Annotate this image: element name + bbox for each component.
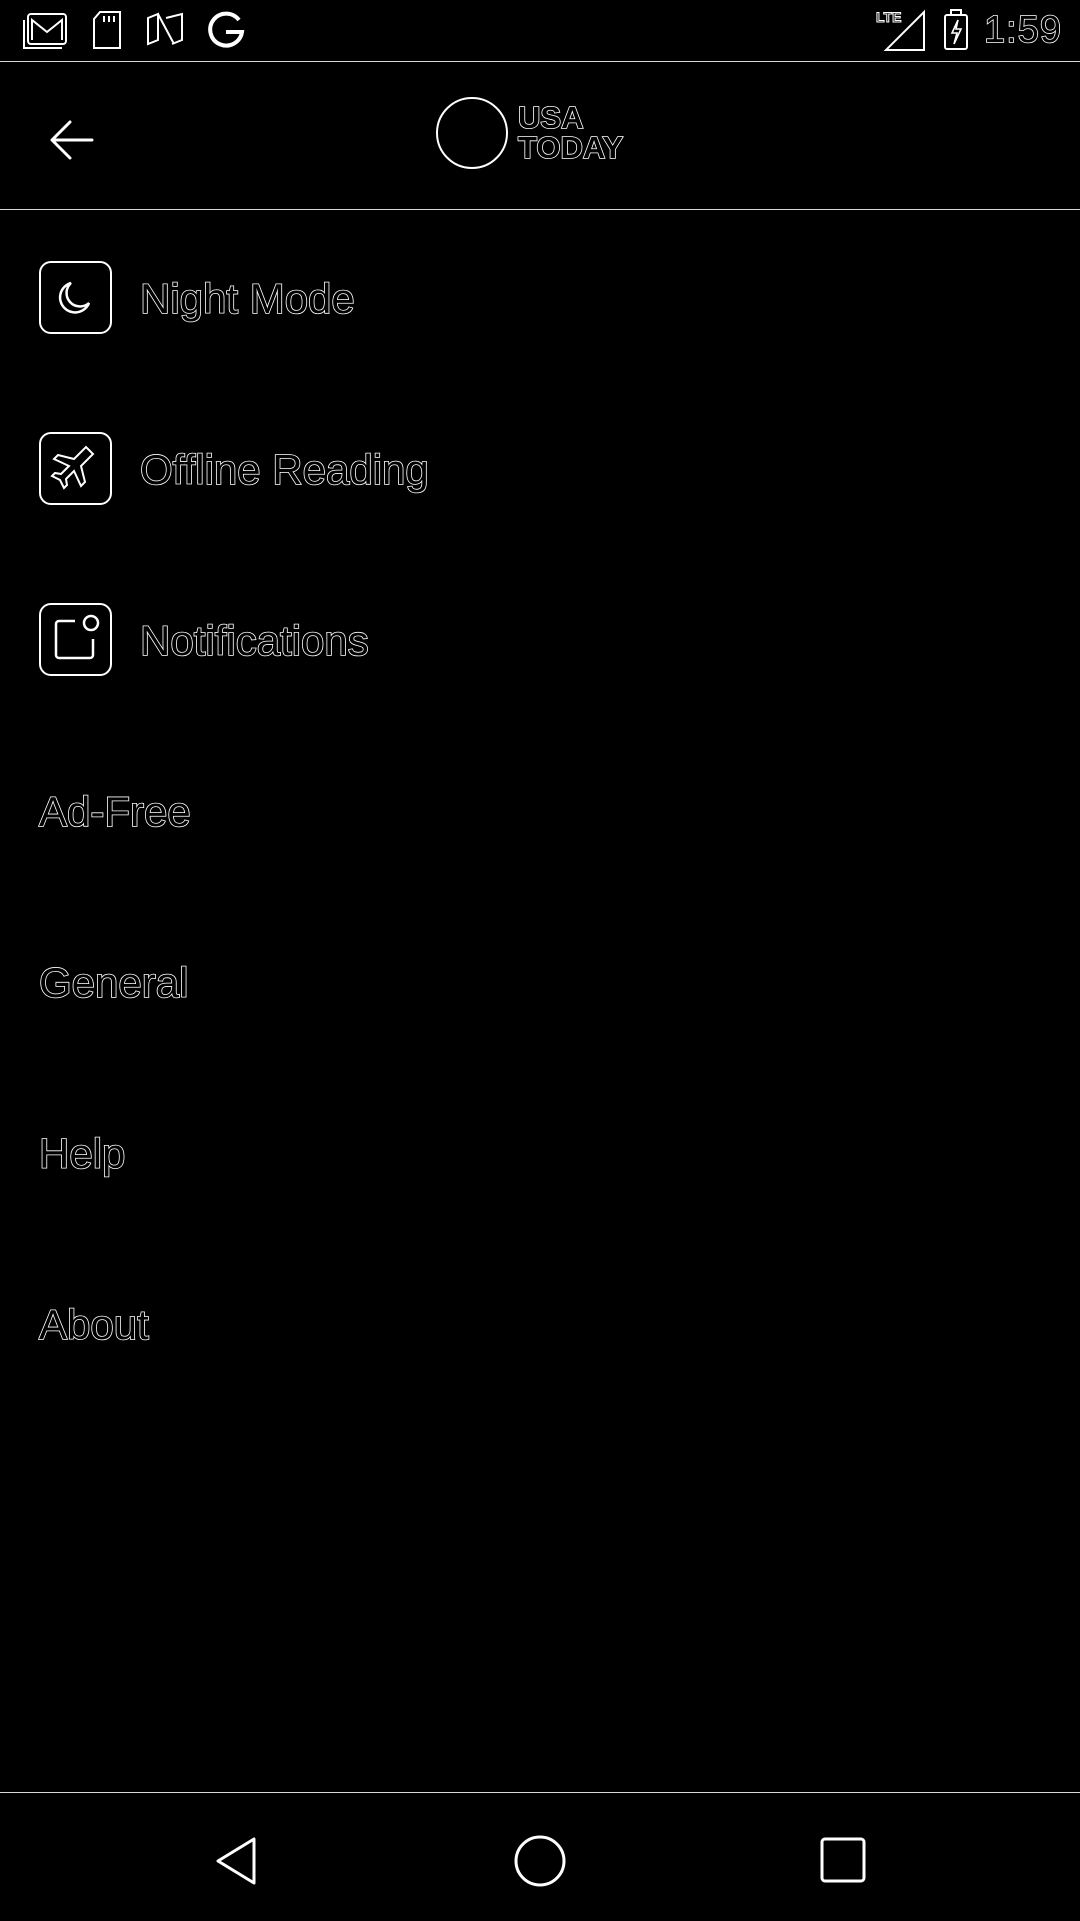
status-bar: LTE 1:59 bbox=[0, 0, 1080, 62]
menu-item-label: Notifications bbox=[139, 616, 369, 665]
moon-icon bbox=[39, 261, 112, 334]
nav-back-button[interactable] bbox=[210, 1833, 266, 1889]
news-icon bbox=[144, 10, 186, 50]
notification-icon bbox=[39, 603, 112, 676]
menu-item-general[interactable]: General bbox=[0, 897, 1080, 1068]
home-circle-icon bbox=[514, 1835, 566, 1887]
google-icon bbox=[206, 10, 246, 50]
menu-item-label: About bbox=[38, 1300, 149, 1349]
logo-line1: USA bbox=[517, 100, 584, 135]
menu-item-offline-reading[interactable]: Offline Reading bbox=[0, 384, 1080, 555]
menu-item-about[interactable]: About bbox=[0, 1239, 1080, 1410]
menu-item-label: General bbox=[38, 958, 189, 1007]
back-button[interactable] bbox=[42, 110, 102, 170]
gmail-icon bbox=[22, 10, 70, 50]
nav-recents-button[interactable] bbox=[816, 1833, 872, 1889]
status-right-icons: LTE 1:59 bbox=[876, 8, 1062, 52]
menu-item-night-mode[interactable]: Night Mode bbox=[0, 213, 1080, 384]
recents-square-icon bbox=[820, 1837, 866, 1883]
battery-charging-icon bbox=[942, 8, 970, 52]
lte-signal-icon: LTE bbox=[876, 8, 928, 52]
sd-card-icon bbox=[90, 10, 124, 50]
menu-item-label: Offline Reading bbox=[139, 445, 429, 494]
status-left-icons bbox=[22, 10, 246, 50]
logo-text: USA TODAY bbox=[517, 100, 624, 165]
back-triangle-icon bbox=[216, 1837, 256, 1885]
menu-item-help[interactable]: Help bbox=[0, 1068, 1080, 1239]
system-nav-bar bbox=[0, 1792, 1080, 1921]
menu-item-label: Night Mode bbox=[139, 274, 355, 323]
status-time: 1:59 bbox=[983, 8, 1062, 52]
app-bar: USA TODAY bbox=[0, 63, 1080, 210]
logo-line2: TODAY bbox=[517, 130, 624, 165]
logo-circle-icon bbox=[436, 97, 508, 169]
arrow-left-icon bbox=[50, 120, 94, 160]
usa-today-logo: USA TODAY bbox=[436, 97, 624, 169]
menu-item-label: Ad-Free bbox=[38, 787, 191, 836]
menu-item-label: Help bbox=[38, 1129, 126, 1178]
menu-item-notifications[interactable]: Notifications bbox=[0, 555, 1080, 726]
menu-item-ad-free[interactable]: Ad-Free bbox=[0, 726, 1080, 897]
nav-home-button[interactable] bbox=[512, 1833, 568, 1889]
airplane-icon bbox=[39, 432, 112, 505]
settings-menu: Night Mode Offline Reading Notifications… bbox=[0, 213, 1080, 1410]
svg-text:LTE: LTE bbox=[876, 9, 901, 25]
